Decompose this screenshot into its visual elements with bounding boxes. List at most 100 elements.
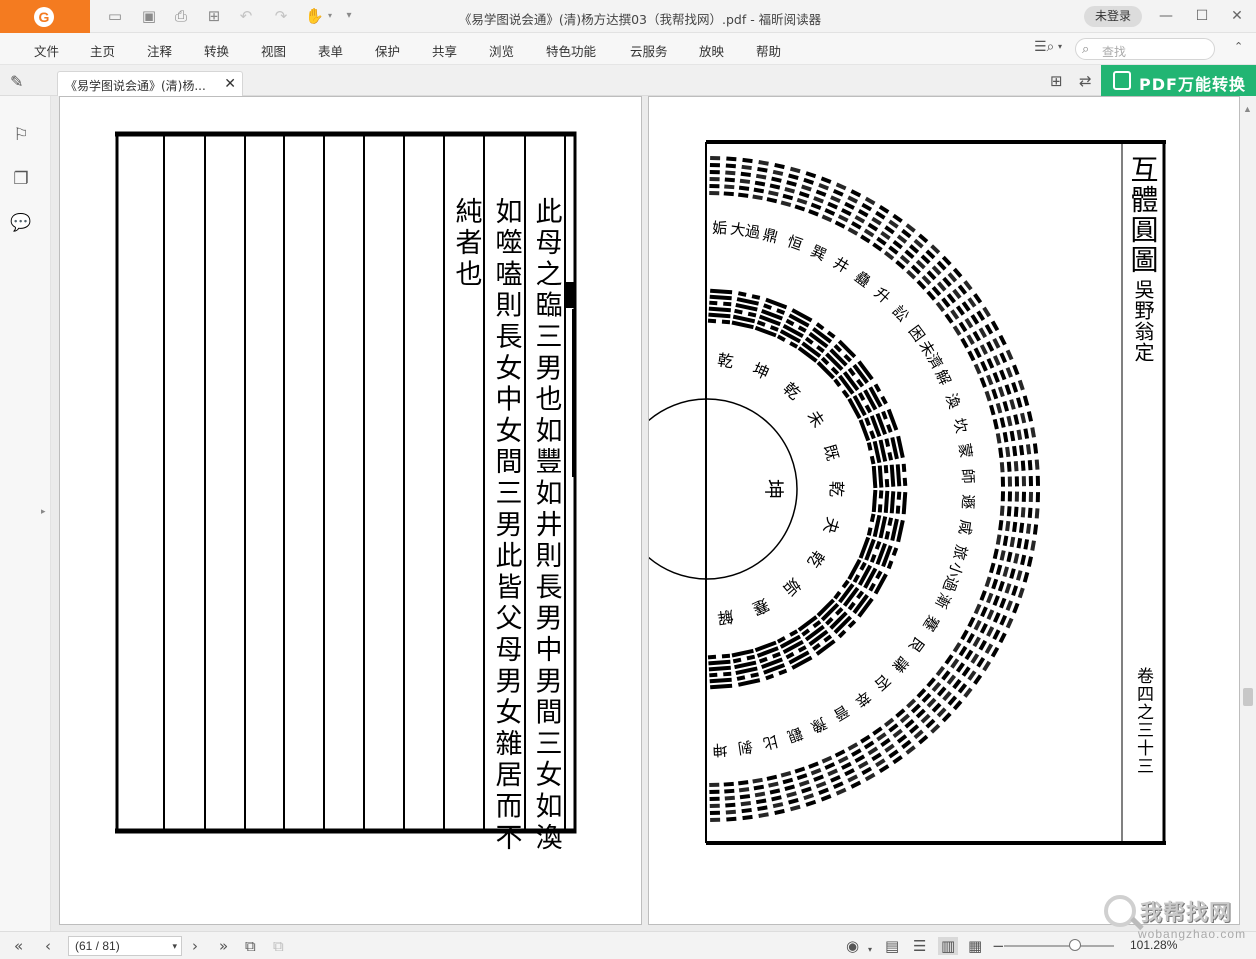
status-bar: « ‹ (61 / 81) ▾ › » ⧉ ⧉ ◉ ▾ ▤ ☰ ▥ ▦ − 10…: [0, 931, 1256, 959]
hexagram-line: [1023, 539, 1030, 550]
window-title: 《易学图说会通》(清)杨方达撰03（我帮找网）.pdf - 福昕阅读器: [458, 12, 822, 27]
search-field[interactable]: ⌕ 查找: [1075, 38, 1215, 60]
hexagram-line: [805, 171, 817, 179]
hexagram-line: [1005, 367, 1013, 378]
hexagram-line: [708, 659, 731, 666]
single-page-icon[interactable]: ▤: [885, 937, 899, 955]
redo-icon[interactable]: ↷: [272, 7, 290, 25]
collapse-ribbon-icon[interactable]: ⌃: [1234, 40, 1243, 53]
new-doc-icon[interactable]: ⊞: [205, 7, 223, 25]
hexagram-line: [789, 804, 801, 812]
pages-thumbnail-icon[interactable]: ❐: [10, 168, 32, 190]
hexagram-line: [999, 597, 1007, 609]
hexagram-line: [1012, 364, 1020, 376]
minimize-icon[interactable]: —: [1156, 6, 1176, 26]
print-icon[interactable]: ⎙: [172, 7, 190, 25]
read-mode-icon[interactable]: ◉: [846, 937, 859, 955]
save-icon[interactable]: ▣: [140, 7, 158, 25]
scrollbar-thumb[interactable]: [1243, 688, 1253, 706]
menu-form[interactable]: 表单: [318, 41, 343, 60]
hexagram-line: [908, 244, 920, 254]
menu-convert[interactable]: 转换: [204, 41, 229, 60]
hexagram-line: [901, 492, 908, 515]
hexagram-line: [709, 176, 720, 182]
menu-cloud[interactable]: 云服务: [630, 41, 668, 60]
menu-home[interactable]: 主页: [90, 41, 115, 60]
hexagram-line: [888, 245, 899, 255]
page-transform-icon[interactable]: ⇄: [1079, 72, 1092, 90]
previous-page-icon[interactable]: ‹: [45, 937, 51, 955]
hexagram-line: [931, 702, 942, 713]
menu-file[interactable]: 文件: [34, 41, 59, 60]
hexagram-line: [986, 626, 995, 637]
maximize-icon[interactable]: ☐: [1192, 6, 1212, 26]
continuous-facing-icon[interactable]: ▦: [968, 937, 982, 955]
hexagram-line: [1020, 554, 1027, 566]
search-options-icon[interactable]: ☰⌕: [1034, 39, 1054, 55]
hexagram-line: [803, 793, 815, 801]
quick-access-dropdown-icon[interactable]: ▾: [340, 7, 358, 25]
hexagram-line: [1035, 492, 1041, 503]
edit-pencil-icon[interactable]: ✎: [10, 72, 23, 92]
menu-comment[interactable]: 注释: [147, 41, 172, 60]
continuous-page-icon[interactable]: ☰: [913, 937, 926, 955]
scroll-up-icon[interactable]: ▲: [1243, 104, 1252, 114]
hexagram-line: [871, 216, 882, 226]
menu-features[interactable]: 特色功能: [546, 41, 596, 60]
text-column-2: 如噬嗑則長女中女間三男此皆父母男女雜居而不: [491, 197, 523, 855]
menu-browse[interactable]: 浏览: [489, 41, 514, 60]
hexagram-line: [967, 670, 977, 681]
hexagram-line: [808, 209, 819, 217]
comments-icon[interactable]: 💬: [10, 212, 32, 234]
hexagram-line: [1034, 459, 1040, 470]
zoom-out-icon[interactable]: −: [992, 937, 1005, 955]
close-tab-icon[interactable]: ✕: [224, 75, 236, 92]
hexagram-line: [970, 653, 980, 664]
read-mode-dropdown-icon[interactable]: ▾: [868, 941, 872, 959]
hexagram-line: [936, 707, 947, 718]
first-page-icon[interactable]: «: [14, 937, 23, 955]
outer-hexagram-label: 萃: [851, 687, 874, 710]
vertical-scrollbar[interactable]: ▲: [1240, 96, 1256, 931]
menu-slideshow[interactable]: 放映: [699, 41, 724, 60]
hand-tool-dropdown-icon[interactable]: ▾: [321, 7, 339, 25]
undo-icon[interactable]: ↶: [237, 7, 255, 25]
page-number-field[interactable]: (61 / 81) ▾: [68, 936, 182, 956]
last-page-icon[interactable]: »: [219, 937, 228, 955]
hexagram-line: [880, 231, 891, 241]
hexagram-line: [1005, 617, 1014, 629]
menu-share[interactable]: 共享: [432, 41, 457, 60]
menu-help[interactable]: 帮助: [756, 41, 781, 60]
pdf-convert-button[interactable]: PDF万能转换: [1101, 65, 1256, 96]
convert-icon: [1113, 71, 1131, 90]
next-page-icon[interactable]: ›: [192, 937, 198, 955]
close-window-icon[interactable]: ✕: [1227, 6, 1247, 26]
zoom-slider-knob[interactable]: [1069, 939, 1081, 951]
hexagram-line: [915, 708, 926, 719]
watermark-title: 我帮找网: [1140, 901, 1233, 926]
inner-hexagram-label: 未: [804, 407, 829, 431]
hexagram-line: [752, 194, 763, 201]
zoom-slider[interactable]: [1004, 945, 1114, 947]
hexagram-line: [992, 595, 1000, 606]
hexagram-line: [769, 183, 781, 190]
menu-view[interactable]: 视图: [261, 41, 286, 60]
hexagram-line: [997, 580, 1005, 592]
bookmark-icon[interactable]: ⚐: [10, 124, 32, 146]
login-button[interactable]: 未登录: [1084, 6, 1142, 27]
hexagram-line: [774, 808, 785, 816]
hexagram-line: [930, 723, 941, 734]
app-logo[interactable]: G: [0, 0, 90, 33]
open-folder-icon[interactable]: ▭: [106, 7, 124, 25]
hexagram-line: [771, 176, 782, 183]
facing-page-icon[interactable]: ▥: [938, 937, 959, 955]
hexagram-line: [1032, 524, 1039, 535]
search-options-dropdown-icon[interactable]: ▾: [1058, 42, 1062, 51]
page-dropdown-icon[interactable]: ▾: [172, 937, 177, 955]
previous-view-icon[interactable]: ⧉: [245, 937, 256, 955]
next-view-icon[interactable]: ⧉: [273, 937, 284, 955]
expand-panel-icon[interactable]: ▸: [41, 506, 46, 517]
document-tab[interactable]: 《易学图说会通》(清)杨... ✕: [57, 71, 243, 96]
menu-protect[interactable]: 保护: [375, 41, 400, 60]
layout-grid-icon[interactable]: ⊞: [1050, 72, 1063, 90]
